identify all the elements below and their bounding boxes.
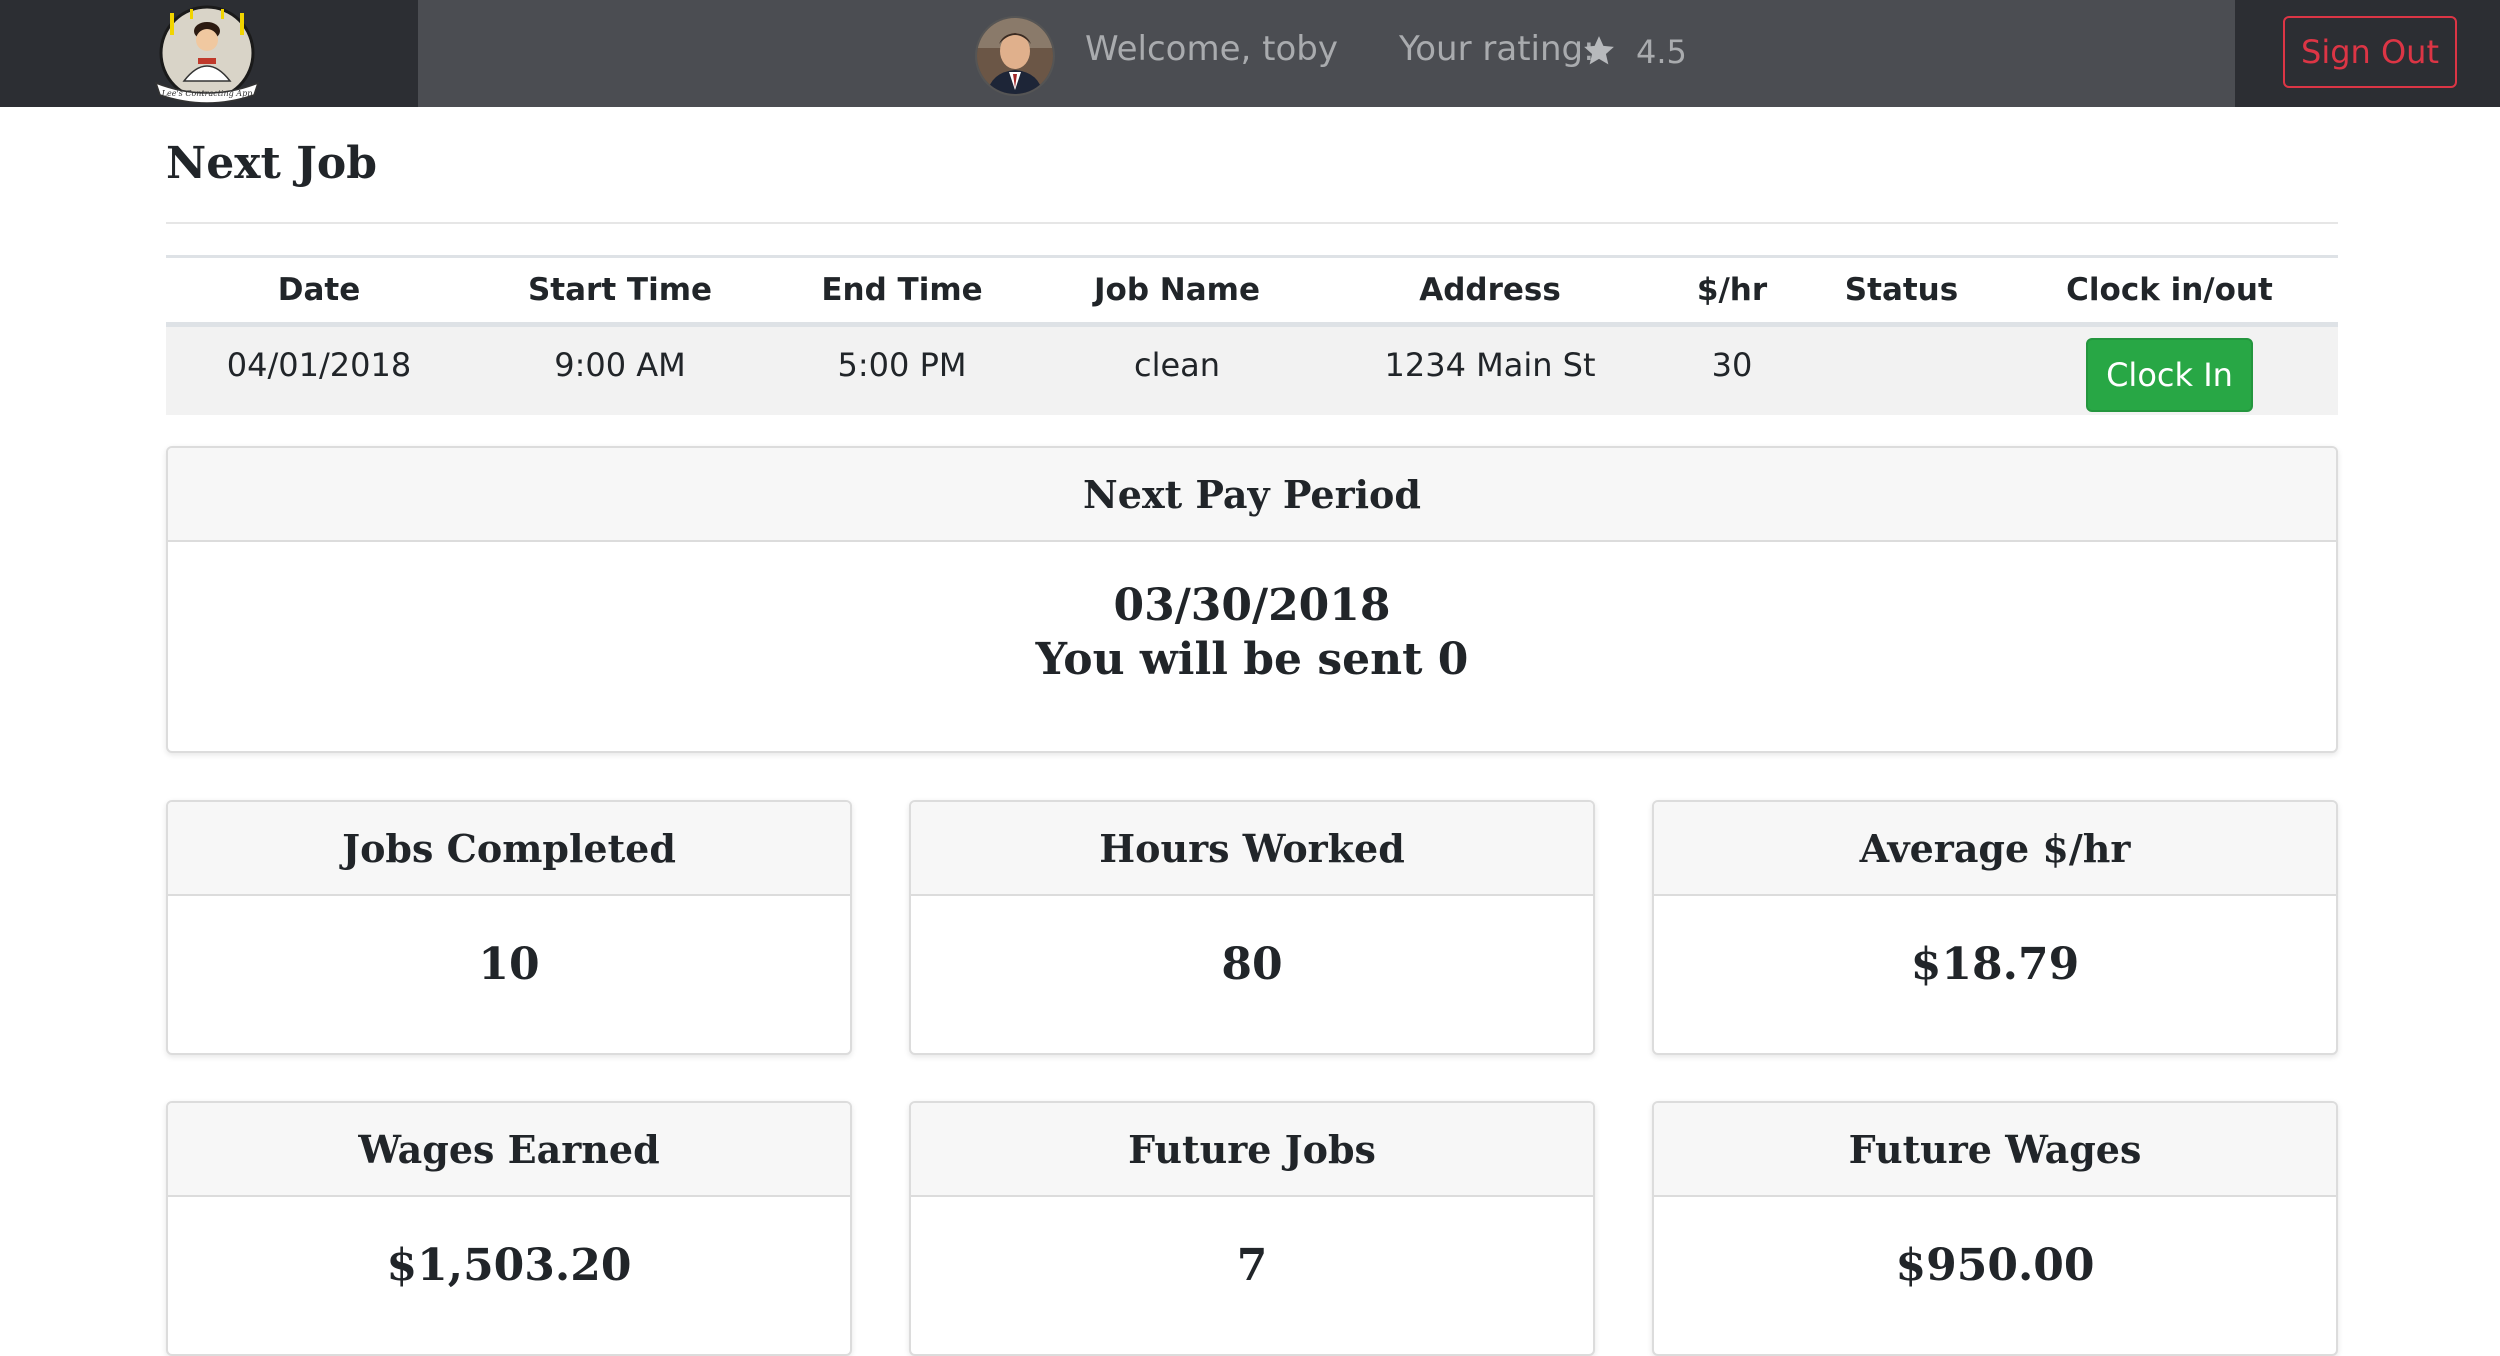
cell-date: 04/01/2018 xyxy=(166,324,472,415)
pay-period-card: Next Pay Period 03/30/2018 You will be s… xyxy=(166,446,2338,753)
stat-card-title: Hours Worked xyxy=(911,802,1593,896)
stat-card-value: 7 xyxy=(1236,1240,1268,1291)
navbar: Lee's Contracting App Welcome, toby Your… xyxy=(0,0,2500,107)
stat-card-value: 80 xyxy=(1221,939,1283,990)
stat-card-future-jobs: Future Jobs 7 xyxy=(909,1101,1595,1356)
column-header-rate: $/hr xyxy=(1662,255,1802,327)
column-header-job-name: Job Name xyxy=(1036,255,1318,327)
table-row: 04/01/2018 9:00 AM 5:00 PM clean 1234 Ma… xyxy=(166,324,2338,415)
stat-card-average-rate: Average $/hr $18.79 xyxy=(1652,800,2338,1055)
pay-period-body: 03/30/2018 You will be sent 0 xyxy=(168,542,2336,687)
cell-rate: 30 xyxy=(1662,324,1802,415)
pay-period-title: Next Pay Period xyxy=(168,448,2336,542)
cell-status xyxy=(1802,324,2001,415)
column-header-end-time: End Time xyxy=(768,255,1036,327)
column-header-address: Address xyxy=(1318,255,1662,327)
title-divider xyxy=(166,222,2338,224)
column-header-date: Date xyxy=(166,255,472,327)
cell-clock: Clock In xyxy=(2001,324,2338,415)
pay-period-message: You will be sent 0 xyxy=(1035,634,1469,685)
column-header-clock: Clock in/out xyxy=(2001,255,2338,327)
svg-text:Lee's Contracting App: Lee's Contracting App xyxy=(161,89,253,98)
table-header-row: Date Start Time End Time Job Name Addres… xyxy=(166,255,2338,327)
stat-card-value: $950.00 xyxy=(1895,1240,2095,1291)
navbar-right-area: Sign Out xyxy=(2235,0,2500,107)
sign-out-button[interactable]: Sign Out xyxy=(2283,16,2457,88)
stat-card-hours-worked: Hours Worked 80 xyxy=(909,800,1595,1055)
stat-card-title: Future Jobs xyxy=(911,1103,1593,1197)
stat-card-title: Jobs Completed xyxy=(168,802,850,896)
column-header-start-time: Start Time xyxy=(472,255,768,327)
stat-card-value: $1,503.20 xyxy=(386,1240,632,1291)
navbar-brand-area: Lee's Contracting App xyxy=(0,0,418,107)
cell-start-time: 9:00 AM xyxy=(472,324,768,415)
app-logo-icon[interactable]: Lee's Contracting App xyxy=(150,3,264,103)
stat-card-title: Wages Earned xyxy=(168,1103,850,1197)
cell-end-time: 5:00 PM xyxy=(768,324,1036,415)
cell-job-name: clean xyxy=(1036,324,1318,415)
welcome-text: Welcome, toby xyxy=(1085,29,1338,69)
stat-card-value: $18.79 xyxy=(1910,939,2080,990)
pay-period-date: 03/30/2018 xyxy=(1113,580,1391,631)
page-title: Next Job xyxy=(166,138,378,189)
clock-in-button[interactable]: Clock In xyxy=(2086,338,2253,412)
stat-card-title: Average $/hr xyxy=(1654,802,2336,896)
stat-card-jobs-completed: Jobs Completed 10 xyxy=(166,800,852,1055)
stat-card-value: 10 xyxy=(478,939,540,990)
star-icon xyxy=(1584,36,1614,65)
column-header-status: Status xyxy=(1802,255,2001,327)
stat-card-wages-earned: Wages Earned $1,503.20 xyxy=(166,1101,852,1356)
rating-value: 4.5 xyxy=(1636,33,1687,71)
user-avatar-icon xyxy=(975,16,1055,96)
next-job-table: Date Start Time End Time Job Name Addres… xyxy=(166,255,2338,415)
rating-label: Your rating: xyxy=(1399,29,1595,69)
stat-card-title: Future Wages xyxy=(1654,1103,2336,1197)
cell-address: 1234 Main St xyxy=(1318,324,1662,415)
stat-card-future-wages: Future Wages $950.00 xyxy=(1652,1101,2338,1356)
